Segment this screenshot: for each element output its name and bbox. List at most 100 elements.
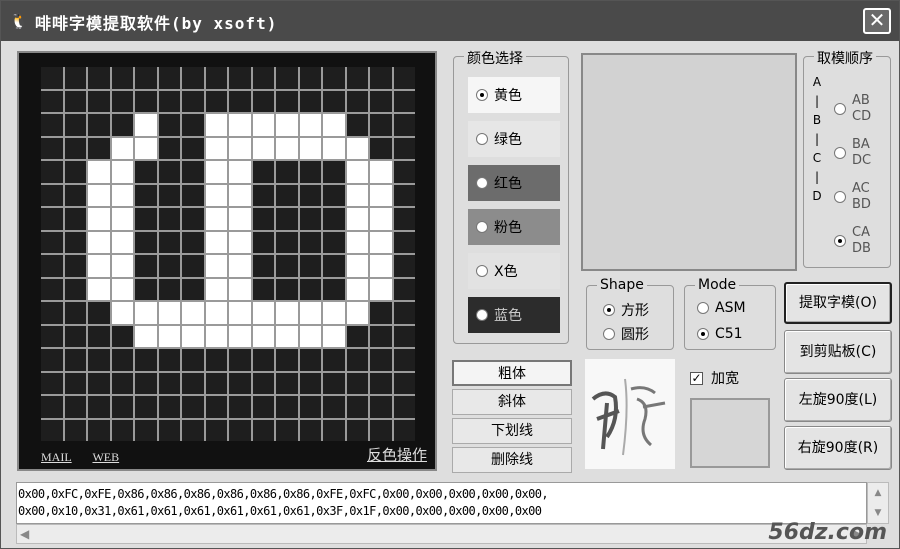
color-option[interactable]: 绿色 (468, 121, 560, 157)
matrix-cell[interactable] (346, 114, 368, 136)
matrix-cell[interactable] (182, 90, 204, 112)
matrix-cell[interactable] (252, 137, 274, 159)
matrix-cell[interactable] (205, 372, 227, 394)
matrix-cell[interactable] (346, 67, 368, 89)
matrix-cell[interactable] (252, 396, 274, 418)
matrix-cell[interactable] (182, 325, 204, 347)
horizontal-scrollbar[interactable]: ◀ ▶ (16, 524, 867, 544)
matrix-cell[interactable] (370, 114, 392, 136)
matrix-cell[interactable] (88, 396, 110, 418)
matrix-cell[interactable] (276, 137, 298, 159)
matrix-cell[interactable] (88, 114, 110, 136)
matrix-cell[interactable] (299, 90, 321, 112)
matrix-cell[interactable] (370, 90, 392, 112)
color-option[interactable]: 红色 (468, 165, 560, 201)
matrix-cell[interactable] (64, 325, 86, 347)
radio-icon[interactable] (476, 265, 488, 277)
matrix-cell[interactable] (182, 419, 204, 441)
matrix-cell[interactable] (370, 372, 392, 394)
matrix-cell[interactable] (41, 349, 63, 371)
radio-icon[interactable] (697, 302, 709, 314)
matrix-cell[interactable] (370, 184, 392, 206)
matrix-cell[interactable] (135, 396, 157, 418)
matrix-cell[interactable] (88, 208, 110, 230)
matrix-cell[interactable] (205, 349, 227, 371)
web-link[interactable]: WEB (92, 450, 119, 464)
matrix-cell[interactable] (158, 90, 180, 112)
matrix-cell[interactable] (323, 325, 345, 347)
matrix-cell[interactable] (158, 161, 180, 183)
matrix-cell[interactable] (346, 349, 368, 371)
matrix-cell[interactable] (229, 184, 251, 206)
copy-clipboard-button[interactable]: 到剪贴板(C) (784, 330, 892, 374)
matrix-cell[interactable] (299, 325, 321, 347)
matrix-cell[interactable] (252, 302, 274, 324)
matrix-cell[interactable] (252, 231, 274, 253)
matrix-cell[interactable] (252, 114, 274, 136)
matrix-cell[interactable] (205, 137, 227, 159)
matrix-cell[interactable] (182, 161, 204, 183)
matrix-cell[interactable] (299, 137, 321, 159)
matrix-cell[interactable] (370, 325, 392, 347)
matrix-cell[interactable] (346, 137, 368, 159)
matrix-cell[interactable] (276, 372, 298, 394)
matrix-cell[interactable] (393, 90, 415, 112)
matrix-cell[interactable] (205, 231, 227, 253)
matrix-cell[interactable] (111, 231, 133, 253)
matrix-cell[interactable] (299, 372, 321, 394)
matrix-cell[interactable] (393, 419, 415, 441)
matrix-cell[interactable] (158, 349, 180, 371)
matrix-cell[interactable] (182, 231, 204, 253)
matrix-cell[interactable] (64, 349, 86, 371)
matrix-cell[interactable] (111, 67, 133, 89)
matrix-cell[interactable] (158, 325, 180, 347)
matrix-cell[interactable] (135, 161, 157, 183)
matrix-cell[interactable] (370, 67, 392, 89)
matrix-cell[interactable] (252, 419, 274, 441)
extract-button[interactable]: 提取字模(O) (784, 282, 892, 324)
matrix-cell[interactable] (276, 231, 298, 253)
matrix-cell[interactable] (135, 349, 157, 371)
matrix-cell[interactable] (88, 278, 110, 300)
matrix-cell[interactable] (346, 419, 368, 441)
matrix-cell[interactable] (299, 278, 321, 300)
matrix-cell[interactable] (346, 302, 368, 324)
matrix-cell[interactable] (276, 114, 298, 136)
matrix-cell[interactable] (205, 208, 227, 230)
matrix-cell[interactable] (323, 161, 345, 183)
matrix-cell[interactable] (182, 255, 204, 277)
matrix-cell[interactable] (182, 184, 204, 206)
radio-icon[interactable] (834, 147, 846, 159)
matrix-cell[interactable] (229, 67, 251, 89)
matrix-cell[interactable] (323, 208, 345, 230)
matrix-cell[interactable] (370, 419, 392, 441)
matrix-cell[interactable] (323, 349, 345, 371)
strikethrough-button[interactable]: 删除线 (452, 447, 572, 473)
matrix-cell[interactable] (393, 396, 415, 418)
matrix-cell[interactable] (158, 302, 180, 324)
matrix-cell[interactable] (252, 161, 274, 183)
matrix-cell[interactable] (64, 90, 86, 112)
mode-option-c51[interactable]: C51 (697, 326, 743, 342)
matrix-cell[interactable] (41, 419, 63, 441)
matrix-cell[interactable] (88, 90, 110, 112)
matrix-cell[interactable] (135, 184, 157, 206)
matrix-cell[interactable] (158, 67, 180, 89)
rotate-right-button[interactable]: 右旋90度(R) (784, 426, 892, 470)
matrix-cell[interactable] (64, 114, 86, 136)
matrix-cell[interactable] (64, 396, 86, 418)
matrix-cell[interactable] (252, 349, 274, 371)
matrix-cell[interactable] (229, 90, 251, 112)
matrix-cell[interactable] (88, 419, 110, 441)
matrix-cell[interactable] (323, 231, 345, 253)
matrix-cell[interactable] (182, 349, 204, 371)
matrix-cell[interactable] (393, 184, 415, 206)
matrix-cell[interactable] (393, 161, 415, 183)
matrix-cell[interactable] (393, 349, 415, 371)
close-button[interactable]: ✕ (863, 8, 891, 34)
radio-icon[interactable] (834, 191, 846, 203)
order-option[interactable]: AC BD (834, 181, 882, 213)
matrix-cell[interactable] (64, 184, 86, 206)
matrix-cell[interactable] (229, 396, 251, 418)
vertical-scrollbar[interactable]: ▲ ▼ (867, 482, 889, 524)
